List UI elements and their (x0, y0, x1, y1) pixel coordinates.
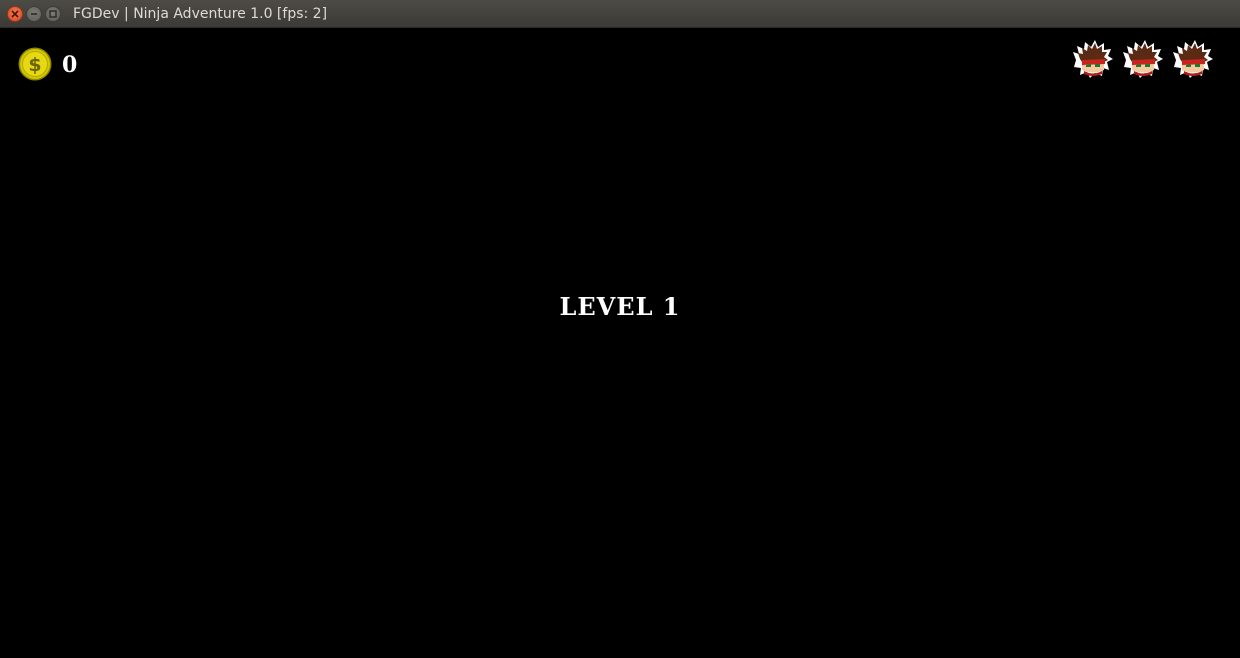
maximize-button[interactable] (45, 6, 61, 22)
minimize-button[interactable] (26, 6, 42, 22)
game-window: FGDev | Ninja Adventure 1.0 [fps: 2] $ 0 (0, 0, 1240, 658)
level-title: LEVEL 1 (559, 292, 681, 321)
ninja-head-icon (1173, 40, 1213, 78)
coin-icon: $ (18, 47, 52, 81)
minimize-icon (31, 13, 37, 15)
maximize-icon (49, 10, 57, 18)
title-bar[interactable]: FGDev | Ninja Adventure 1.0 [fps: 2] (0, 0, 1240, 28)
close-icon (11, 10, 19, 18)
close-button[interactable] (7, 6, 23, 22)
window-title: FGDev | Ninja Adventure 1.0 [fps: 2] (73, 6, 328, 22)
game-canvas[interactable]: $ 0 LEVEL 1 (0, 28, 1240, 658)
coin-counter: 0 (62, 52, 78, 78)
ninja-head-icon (1073, 40, 1113, 78)
ninja-head-icon (1123, 40, 1163, 78)
svg-text:$: $ (28, 54, 41, 76)
